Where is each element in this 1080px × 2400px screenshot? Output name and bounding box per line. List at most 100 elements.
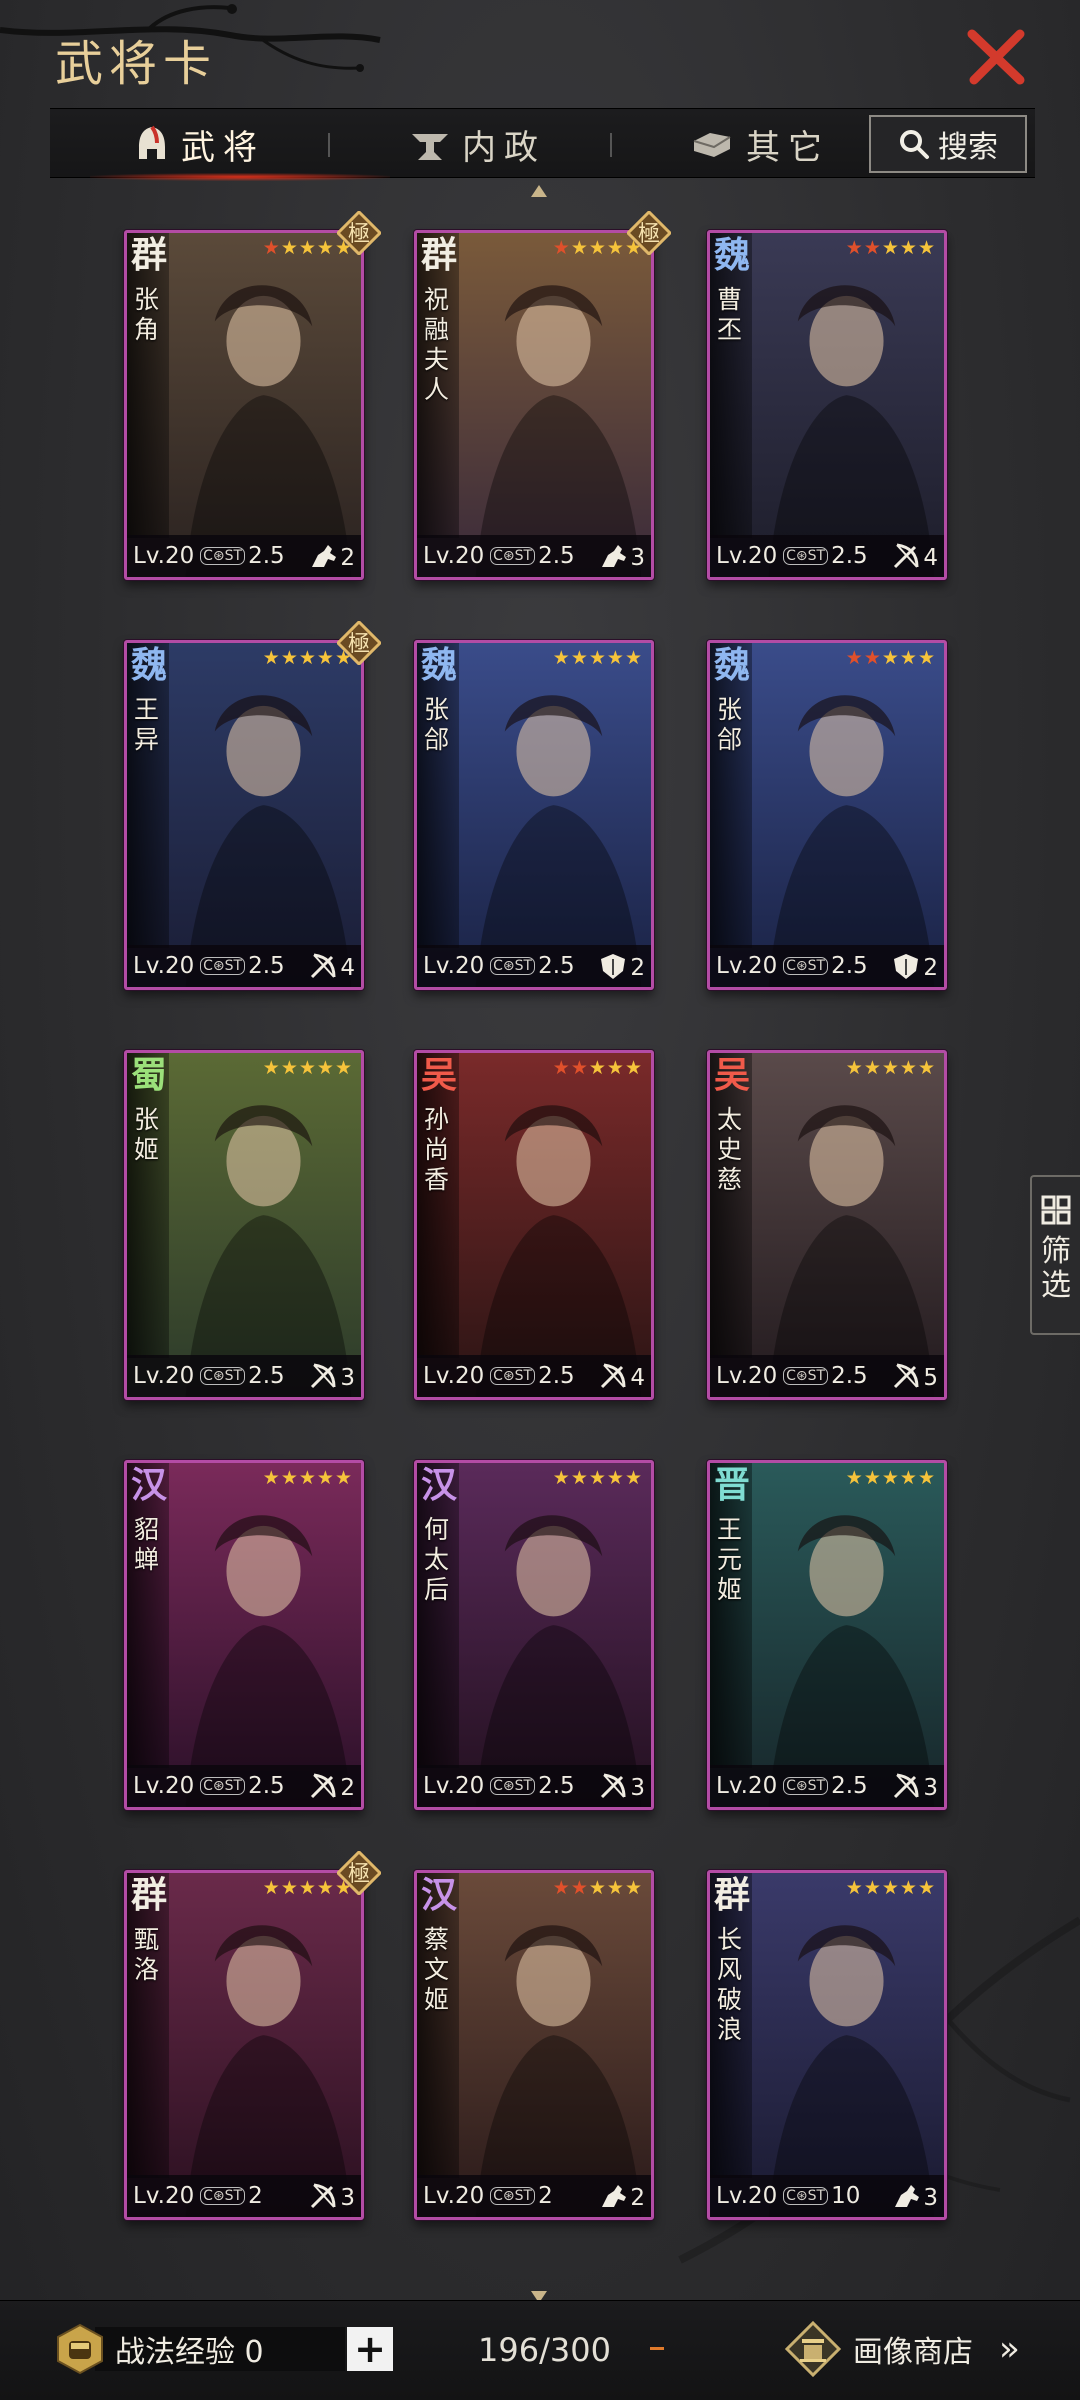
bow-icon [894, 1363, 919, 1389]
troop-count: 4 [923, 545, 938, 571]
general-card[interactable]: 汉貂蝉 ★★★★★ Lv.20 C⊛ST 2.5 2 [124, 1460, 364, 1810]
level-label: Lv.20 [716, 543, 778, 569]
filter-button[interactable]: 筛选 [1030, 1175, 1080, 1335]
add-exp-button[interactable]: + [347, 2327, 393, 2371]
bow-icon [311, 2183, 336, 2209]
cost-icon: C⊛ST [200, 957, 246, 975]
troop-type: 3 [308, 1361, 355, 1391]
bow-icon [311, 1363, 336, 1389]
general-card[interactable]: 群长风破浪 ★★★★★ Lv.20 C⊛ST 10 3 [707, 1870, 947, 2220]
cost-value: 2.5 [831, 953, 868, 979]
close-icon[interactable] [964, 24, 1030, 90]
tab-generals[interactable]: 武将 [135, 109, 265, 179]
tab-other[interactable]: 其它 [690, 109, 830, 179]
general-card[interactable]: 魏张郃 ★★★★★ Lv.20 C⊛ST 2.5 2 [707, 640, 947, 990]
app-root: 武将卡 武将 内政 其它 搜索 群 张角 ★★★★★ 極 Lv.20 C⊛ST … [0, 0, 1080, 2400]
faction-label: 魏 [714, 234, 751, 276]
troop-count: 3 [923, 2185, 938, 2211]
cavalry-icon [602, 545, 627, 567]
card-side-strip [127, 1873, 169, 2178]
card-side-strip [710, 1463, 752, 1768]
troop-count: 4 [630, 1365, 645, 1391]
general-card[interactable]: 魏王异 ★★★★★ 極 Lv.20 C⊛ST 2.5 4 [124, 621, 381, 990]
level-label: Lv.20 [133, 1773, 195, 1799]
cavalry-icon [312, 545, 337, 567]
card-count: 196/300 [478, 2331, 611, 2369]
card-side-strip [417, 1053, 459, 1358]
troop-count: 2 [340, 1775, 355, 1801]
cost-value: 10 [831, 2183, 861, 2209]
star-rating: ★★★★★ [845, 647, 936, 669]
level-label: Lv.20 [716, 953, 778, 979]
general-card[interactable]: 汉蔡文姬 ★★★★★ Lv.20 C⊛ST 2 2 [414, 1870, 654, 2220]
star-rating: ★★★★★ [552, 1467, 643, 1489]
faction-label: 魏 [131, 644, 168, 686]
card-side-strip [417, 1873, 459, 2178]
general-name: 何太后 [424, 1515, 450, 1604]
troop-count: 2 [340, 545, 355, 571]
general-name: 太史慈 [717, 1105, 743, 1194]
troop-count: 2 [923, 955, 938, 981]
cost-icon: C⊛ST [783, 957, 829, 975]
level-label: Lv.20 [423, 1363, 485, 1389]
tab-separator [610, 133, 612, 157]
general-card[interactable]: 群张角 ★★★★★ 極 Lv.20 C⊛ST 2.5 2 [124, 211, 381, 580]
cost-value: 2.5 [831, 1773, 868, 1799]
general-card[interactable]: 群甄洛 ★★★★★ 極 Lv.20 C⊛ST 2 3 [124, 1851, 381, 2220]
troop-type: 3 [891, 2181, 938, 2211]
shield-icon [894, 954, 919, 979]
level-label: Lv.20 [716, 1363, 778, 1389]
troop-count: 5 [923, 1365, 938, 1391]
card-side-strip [710, 1053, 752, 1358]
tab-domestic[interactable]: 内政 [410, 109, 546, 179]
general-card[interactable]: 蜀张姬 ★★★★★ Lv.20 C⊛ST 2.5 3 [124, 1050, 364, 1400]
cost-value: 2.5 [248, 1773, 285, 1799]
card-footer: Lv.20 C⊛ST 10 3 [710, 2175, 944, 2217]
level-label: Lv.20 [133, 1363, 195, 1389]
search-label: 搜索 [938, 130, 998, 165]
card-footer: Lv.20 C⊛ST 2.5 4 [417, 1355, 651, 1397]
cost-icon: C⊛ST [200, 1367, 246, 1385]
bow-icon [311, 953, 336, 979]
card-footer: Lv.20 C⊛ST 2.5 2 [127, 535, 361, 577]
card-footer: Lv.20 C⊛ST 2.5 2 [417, 945, 651, 987]
general-card[interactable]: 魏张郃 ★★★★★ Lv.20 C⊛ST 2.5 2 [414, 640, 654, 990]
general-card[interactable]: 汉何太后 ★★★★★ Lv.20 C⊛ST 2.5 3 [414, 1460, 654, 1810]
general-card[interactable]: 魏曹丕 ★★★★★ Lv.20 C⊛ST 2.5 4 [707, 230, 947, 580]
portrait-shop-button[interactable]: 画像商店 » [785, 2319, 1020, 2379]
troop-type: 3 [598, 1771, 645, 1801]
troop-type: 5 [891, 1361, 938, 1391]
troop-count: 3 [630, 545, 645, 571]
general-card[interactable]: 吴孙尚香 ★★★★★ Lv.20 C⊛ST 2.5 4 [414, 1050, 654, 1400]
cost-icon: C⊛ST [783, 1777, 829, 1795]
level-label: Lv.20 [716, 1773, 778, 1799]
card-side-strip [710, 643, 752, 948]
troop-count: 3 [340, 2185, 355, 2211]
tab-label: 其它 [746, 127, 830, 168]
card-side-strip [127, 1463, 169, 1768]
faction-label: 吴 [421, 1054, 458, 1096]
star-rating: ★★★★★ [552, 1877, 643, 1899]
extreme-badge-icon: 極 [627, 211, 671, 255]
troop-count: 3 [923, 1775, 938, 1801]
filter-label: 筛选 [1041, 1234, 1071, 1303]
cost-value: 2.5 [538, 953, 575, 979]
cost-icon: C⊛ST [783, 2187, 829, 2205]
search-button[interactable]: 搜索 [869, 115, 1027, 173]
tab-label: 内政 [462, 127, 546, 168]
general-card[interactable]: 晋王元姬 ★★★★★ Lv.20 C⊛ST 2.5 3 [707, 1460, 947, 1810]
cost-value: 2.5 [538, 543, 575, 569]
general-card[interactable]: 群祝融夫人 ★★★★★ 極 Lv.20 C⊛ST 2.5 3 [414, 211, 671, 580]
cavalry-icon [602, 2185, 627, 2207]
extreme-badge-icon: 極 [337, 621, 381, 665]
card-footer: Lv.20 C⊛ST 2.5 4 [127, 945, 361, 987]
general-name: 祝融夫人 [424, 285, 450, 404]
cost-value: 2.5 [248, 1363, 285, 1389]
general-card[interactable]: 吴太史慈 ★★★★★ Lv.20 C⊛ST 2.5 5 [707, 1050, 947, 1400]
troop-count: 3 [630, 1775, 645, 1801]
bow-icon [311, 1773, 336, 1799]
faction-label: 群 [714, 1874, 751, 1916]
general-name: 貂蝉 [134, 1515, 160, 1574]
faction-label: 群 [131, 1874, 168, 1916]
troop-type: 3 [598, 541, 645, 571]
